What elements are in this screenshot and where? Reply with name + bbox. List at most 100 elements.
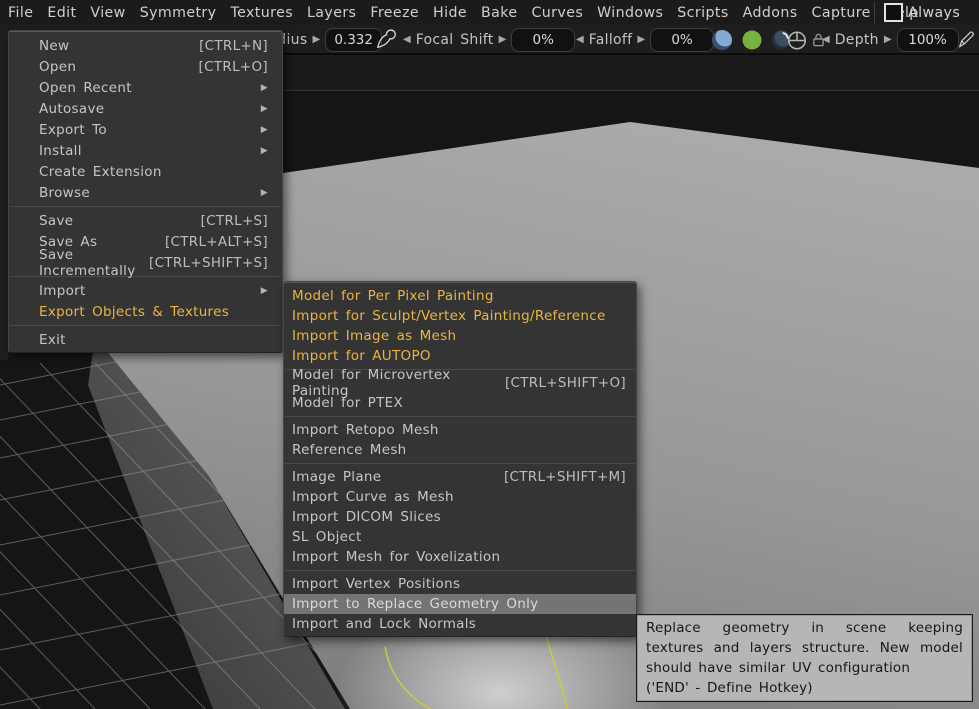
menu-item-import-for-sculpt-vertex-painting-reference[interactable]: Import for Sculpt/Vertex Painting/Refere… <box>284 306 636 326</box>
menubar-items: File Edit View Symmetry Textures Layers Freeze… <box>0 0 979 25</box>
menu-item-label: Import Retopo Mesh <box>292 422 439 438</box>
tooltip-text: Replace geometry in scene keeping textur… <box>646 620 963 676</box>
menu-item-export-objects-textures[interactable]: Export Objects & Textures <box>9 301 282 322</box>
file-menu: New [CTRL+N] Open [CTRL+O] Open Recent ▶ Autos… <box>8 30 283 353</box>
menu-item-autosave[interactable]: Autosave ▶ <box>9 98 282 119</box>
menubar-item-addons[interactable]: Addons <box>743 5 798 21</box>
depth-stepper: ◀ Depth ▶ 100% <box>822 25 959 55</box>
menubar-item-textures[interactable]: Textures <box>230 5 293 21</box>
menu-item-import-dicom-slices[interactable]: Import DICOM Slices <box>284 507 636 527</box>
menu-item-import-mesh-for-voxelization[interactable]: Import Mesh for Voxelization <box>284 547 636 567</box>
menu-item-create-extension[interactable]: Create Extension <box>9 161 282 182</box>
always-option: Always <box>884 0 960 25</box>
menu-item-open-recent[interactable]: Open Recent ▶ <box>9 77 282 98</box>
menubar-item-hide[interactable]: Hide <box>433 5 467 21</box>
radius-increase-arrow-icon[interactable]: ▶ <box>312 35 320 45</box>
menu-item-model-for-microvertex-painting[interactable]: Model for Microvertex Painting [CTRL+SHIF… <box>284 367 636 399</box>
menu-item-shortcut: [CTRL+O] <box>198 58 268 75</box>
menu-bar: File Edit View Symmetry Textures Layers Freeze… <box>0 0 979 25</box>
menu-item-sl-object[interactable]: SL Object <box>284 527 636 547</box>
menu-item-model-for-per-pixel-painting[interactable]: Model for Per Pixel Painting <box>284 286 636 306</box>
focal-shift-value-field[interactable]: 0% <box>511 28 576 52</box>
menu-item-label: Import Curve as Mesh <box>292 489 454 505</box>
falloff-value-field[interactable]: 0% <box>650 28 715 52</box>
menu-item-shortcut: [CTRL+ALT+S] <box>164 233 268 250</box>
menubar-item-edit[interactable]: Edit <box>47 5 76 21</box>
menu-item-import-for-autopo[interactable]: Import for AUTOPO <box>284 346 636 366</box>
pen-tip-icon[interactable] <box>374 28 397 51</box>
menu-item-label: SL Object <box>292 529 362 545</box>
menu-item-import-curve-as-mesh[interactable]: Import Curve as Mesh <box>284 487 636 507</box>
menu-item-label: Export To <box>39 121 107 138</box>
menu-item-save[interactable]: Save [CTRL+S] <box>9 210 282 231</box>
menu-item-exit[interactable]: Exit <box>9 329 282 350</box>
menu-item-label: Export Objects & Textures <box>39 303 230 320</box>
menu-item-import-retopo-mesh[interactable]: Import Retopo Mesh <box>284 420 636 440</box>
menu-item-label: Open <box>39 58 77 75</box>
menu-item-label: Import and Lock Normals <box>292 616 477 632</box>
always-checkbox[interactable] <box>884 3 903 22</box>
menu-item-shortcut: [CTRL+S] <box>200 212 268 229</box>
menu-item-label: Create Extension <box>39 163 162 180</box>
menu-item-import-and-lock-normals[interactable]: Import and Lock Normals <box>284 614 636 634</box>
pencil-icon[interactable] <box>955 28 978 51</box>
submenu-arrow-icon: ▶ <box>260 124 268 135</box>
lock-icon[interactable] <box>810 31 827 49</box>
menu-item-label: Open Recent <box>39 79 132 96</box>
menubar-item-capture[interactable]: Capture <box>812 5 871 21</box>
menu-item-label: Import for AUTOPO <box>292 348 431 364</box>
tooltip: Replace geometry in scene keeping textur… <box>637 615 972 701</box>
submenu-arrow-icon: ▶ <box>260 187 268 198</box>
menubar-item-freeze[interactable]: Freeze <box>370 5 419 21</box>
menu-item-new[interactable]: New [CTRL+N] <box>9 35 282 56</box>
focal-shift-decrease-arrow-icon[interactable]: ◀ <box>403 35 411 45</box>
falloff-increase-arrow-icon[interactable]: ▶ <box>637 35 645 45</box>
submenu-arrow-icon: ▶ <box>260 103 268 114</box>
menu-item-browse[interactable]: Browse ▶ <box>9 182 282 203</box>
menu-item-label: Import Vertex Positions <box>292 576 461 592</box>
menu-item-label: Exit <box>39 331 66 348</box>
menubar-item-view[interactable]: View <box>90 5 125 21</box>
app-window: File Edit View Symmetry Textures Layers Freeze… <box>0 0 979 709</box>
menu-item-save-incrementally[interactable]: Save Incrementally [CTRL+SHIFT+S] <box>9 247 282 279</box>
depth-value-field[interactable]: 100% <box>896 28 959 52</box>
mouse-icon[interactable] <box>786 29 808 52</box>
menu-item-import-to-replace-geometry-only[interactable]: Import to Replace Geometry Only <box>284 594 636 614</box>
menu-separator <box>285 570 635 571</box>
menu-item-install[interactable]: Install ▶ <box>9 140 282 161</box>
menu-item-label: Image Plane <box>292 469 382 485</box>
menu-item-import[interactable]: Import ▶ <box>9 280 282 301</box>
menu-item-shortcut: [CTRL+N] <box>199 37 268 54</box>
menubar-item-layers[interactable]: Layers <box>307 5 356 21</box>
menubar-item-bake[interactable]: Bake <box>481 5 517 21</box>
menubar-item-symmetry[interactable]: Symmetry <box>140 5 217 21</box>
depth-increase-arrow-icon[interactable]: ▶ <box>884 35 892 45</box>
menubar-item-curves[interactable]: Curves <box>531 5 583 21</box>
menu-item-reference-mesh[interactable]: Reference Mesh <box>284 440 636 460</box>
menu-item-label: Import to Replace Geometry Only <box>292 596 539 612</box>
menubar-item-scripts[interactable]: Scripts <box>677 5 728 21</box>
tooltip-hotkey-hint: ('END' - Define Hotkey) <box>646 680 813 696</box>
menu-item-label: Model for PTEX <box>292 395 404 411</box>
menu-item-label: Import <box>39 282 86 299</box>
menu-item-import-image-as-mesh[interactable]: Import Image as Mesh <box>284 326 636 346</box>
falloff-label: Falloff <box>588 32 633 48</box>
menu-item-open[interactable]: Open [CTRL+O] <box>9 56 282 77</box>
menubar-item-windows[interactable]: Windows <box>597 5 663 21</box>
menubar-item-file[interactable]: File <box>8 5 33 21</box>
submenu-arrow-icon: ▶ <box>260 145 268 156</box>
falloff-sphere-blue-icon[interactable] <box>711 29 733 51</box>
falloff-sphere-green-icon[interactable] <box>742 30 762 50</box>
falloff-decrease-arrow-icon[interactable]: ◀ <box>576 35 584 45</box>
menu-item-label: Save Incrementally <box>39 246 136 279</box>
menu-item-image-plane[interactable]: Image Plane [CTRL+SHIFT+M] <box>284 467 636 487</box>
focal-shift-stepper: ◀ Focal Shift ▶ 0% <box>403 25 576 55</box>
menubar-separator <box>874 2 875 23</box>
menu-item-label: Save <box>39 212 74 229</box>
menu-item-export-to[interactable]: Export To ▶ <box>9 119 282 140</box>
focal-shift-increase-arrow-icon[interactable]: ▶ <box>499 35 507 45</box>
menu-item-import-vertex-positions[interactable]: Import Vertex Positions <box>284 574 636 594</box>
menu-item-shortcut: [CTRL+SHIFT+M] <box>503 469 626 485</box>
always-checkbox-label: Always <box>908 4 961 21</box>
menu-item-label: Install <box>39 142 82 159</box>
